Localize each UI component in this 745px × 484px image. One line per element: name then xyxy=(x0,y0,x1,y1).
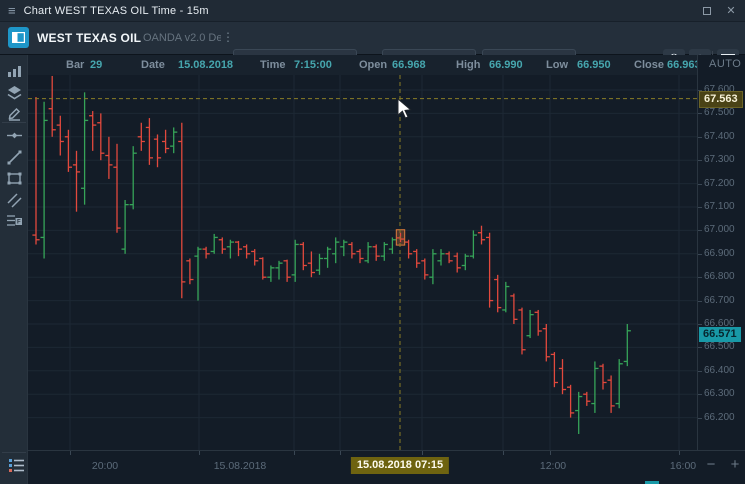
close-button[interactable]: ✕ xyxy=(721,2,741,19)
info-field-value: 29 xyxy=(90,59,102,71)
time-axis-tick xyxy=(679,451,680,455)
info-field-label: High xyxy=(456,59,480,71)
sidebar-separator xyxy=(2,122,26,123)
info-field-value: 66.968 xyxy=(392,59,426,71)
info-field-value: 15.08.2018 xyxy=(178,59,233,71)
sidebar-separator xyxy=(2,452,26,453)
trend-line-tool[interactable] xyxy=(6,149,23,166)
auto-scale-button[interactable]: AUTO xyxy=(709,58,741,70)
info-field-value: 7:15:00 xyxy=(294,59,332,71)
info-field-label: Open xyxy=(359,59,387,71)
price-axis-tick xyxy=(698,324,702,325)
price-axis-tick xyxy=(698,394,702,395)
info-field-value: 66.963 xyxy=(667,59,701,71)
time-axis-label: 12:00 xyxy=(540,460,566,472)
time-axis-tick xyxy=(422,451,423,455)
window-menu-icon[interactable]: ≡ xyxy=(8,4,16,17)
layers-icon xyxy=(6,84,23,101)
price-axis-label: 66.300 xyxy=(704,388,735,399)
maximize-icon xyxy=(703,7,711,15)
time-axis-label: 15.08.2018 xyxy=(214,460,267,472)
bar-chart-icon xyxy=(6,63,23,80)
chart-window: ≡ Chart WEST TEXAS OIL Time - 15m ✕ WEST… xyxy=(0,0,745,484)
horizontal-line-icon xyxy=(6,127,23,144)
maximize-button[interactable] xyxy=(697,2,717,19)
price-axis-tick xyxy=(698,184,702,185)
last-price-badge: 66.571 xyxy=(699,327,741,342)
time-axis-tick xyxy=(70,451,71,455)
price-axis-label: 66.800 xyxy=(704,271,735,282)
price-axis-tick xyxy=(698,160,702,161)
zoom-in-button[interactable]: + xyxy=(727,456,743,473)
trend-line-icon xyxy=(6,149,23,166)
info-field-label: Time xyxy=(260,59,285,71)
info-field-label: Date xyxy=(141,59,165,71)
time-axis-tick xyxy=(550,451,551,455)
price-axis-label: 67.100 xyxy=(704,201,735,212)
price-axis-label: 67.400 xyxy=(704,131,735,142)
chart-type-tool[interactable] xyxy=(6,63,23,80)
time-axis-tick xyxy=(503,451,504,455)
fibonacci-icon: F xyxy=(6,212,23,229)
price-axis-label: 66.700 xyxy=(704,295,735,306)
chart-plot-area[interactable] xyxy=(28,75,697,450)
price-axis-label: 66.400 xyxy=(704,365,735,376)
info-field-label: Low xyxy=(546,59,568,71)
time-axis-tick xyxy=(294,451,295,455)
price-axis-label: 66.200 xyxy=(704,412,735,423)
price-axis-tick xyxy=(698,230,702,231)
drawing-tools-sidebar: F xyxy=(0,55,28,484)
price-axis-label: 67.000 xyxy=(704,224,735,235)
parallel-lines-icon xyxy=(6,192,23,209)
panel-split-icon xyxy=(12,32,25,43)
time-axis[interactable]: − + 20:00 15.08.2018 12:00 16:00 15.08.2018 … xyxy=(28,450,745,484)
time-axis-label: 16:00 xyxy=(670,460,696,472)
objects-list-icon xyxy=(8,458,25,473)
svg-text:F: F xyxy=(17,220,21,226)
draw-tool[interactable] xyxy=(6,105,23,122)
info-field-value: 66.990 xyxy=(489,59,523,71)
panel-logo-button[interactable] xyxy=(8,27,29,48)
rectangle-tool[interactable] xyxy=(6,170,23,187)
price-axis-tick xyxy=(698,418,702,419)
symbol-menu-icon[interactable]: ⋮ xyxy=(222,30,234,44)
price-axis-tick xyxy=(698,137,702,138)
fibonacci-tool[interactable]: F xyxy=(6,212,23,229)
crosshair-price-label: 67.563 xyxy=(699,91,743,108)
price-axis-label: 66.900 xyxy=(704,248,735,259)
price-axis-tick xyxy=(698,301,702,302)
account-name: OANDA v2.0 Demo xyxy=(143,32,221,44)
price-axis-tick xyxy=(698,207,702,208)
info-field-label: Bar xyxy=(66,59,84,71)
price-axis-tick xyxy=(698,347,702,348)
time-axis-label: 20:00 xyxy=(92,460,118,472)
time-axis-tick xyxy=(340,451,341,455)
layers-tool[interactable] xyxy=(6,84,23,101)
ohlc-info-bar: Bar 29 Date 15.08.2018 Time 7:15:00 Open 66.968… xyxy=(28,55,697,75)
price-axis-label: 67.200 xyxy=(704,178,735,189)
time-axis-tick xyxy=(199,451,200,455)
objects-list-tool[interactable] xyxy=(8,458,25,475)
parallel-lines-tool[interactable] xyxy=(6,192,23,209)
rectangle-icon xyxy=(6,170,23,187)
price-axis-label: 67.500 xyxy=(704,107,735,118)
chart-toolbar: WEST TEXAS OIL OANDA v2.0 Demo ⋮ Time - … xyxy=(0,22,745,55)
window-title: Chart WEST TEXAS OIL Time - 15m xyxy=(24,5,209,17)
info-field-value: 66.950 xyxy=(577,59,611,71)
info-field-label: Close xyxy=(634,59,664,71)
horizontal-line-tool[interactable] xyxy=(6,127,23,144)
price-axis-label: 66.500 xyxy=(704,341,735,352)
title-bar: ≡ Chart WEST TEXAS OIL Time - 15m ✕ xyxy=(0,0,745,22)
zoom-out-button[interactable]: − xyxy=(703,456,719,473)
symbol-name: WEST TEXAS OIL xyxy=(37,31,141,45)
price-axis[interactable]: AUTO 67.60067.50067.40067.30067.20067.10… xyxy=(697,55,745,450)
price-axis-tick xyxy=(698,277,702,278)
pencil-icon xyxy=(6,105,23,122)
price-axis-label: 67.300 xyxy=(704,154,735,165)
crosshair-time-label: 15.08.2018 07:15 xyxy=(351,457,449,474)
price-axis-tick xyxy=(698,254,702,255)
price-axis-tick xyxy=(698,371,702,372)
price-axis-tick xyxy=(698,113,702,114)
